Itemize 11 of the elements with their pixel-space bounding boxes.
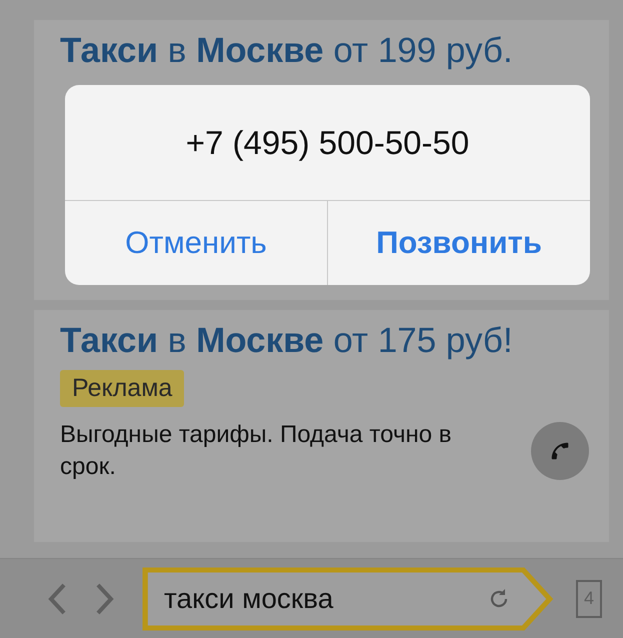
call-button[interactable]: Позвонить	[327, 201, 590, 285]
address-field[interactable]: такси москва	[142, 566, 555, 630]
ad-label: Реклама	[60, 370, 184, 407]
phone-icon	[549, 440, 571, 462]
result-description: Выгодные тарифы. Подача точно в срок.	[60, 420, 452, 482]
cancel-button[interactable]: Отменить	[65, 201, 327, 285]
result-title[interactable]: Такси в Москве от 199 руб.	[60, 34, 513, 68]
result-title[interactable]: Такси в Москве от 175 руб!	[60, 324, 513, 358]
chevron-right-icon	[95, 582, 115, 616]
phone-number: +7 (495) 500-50-50	[65, 85, 590, 201]
chevron-left-icon	[47, 582, 67, 616]
